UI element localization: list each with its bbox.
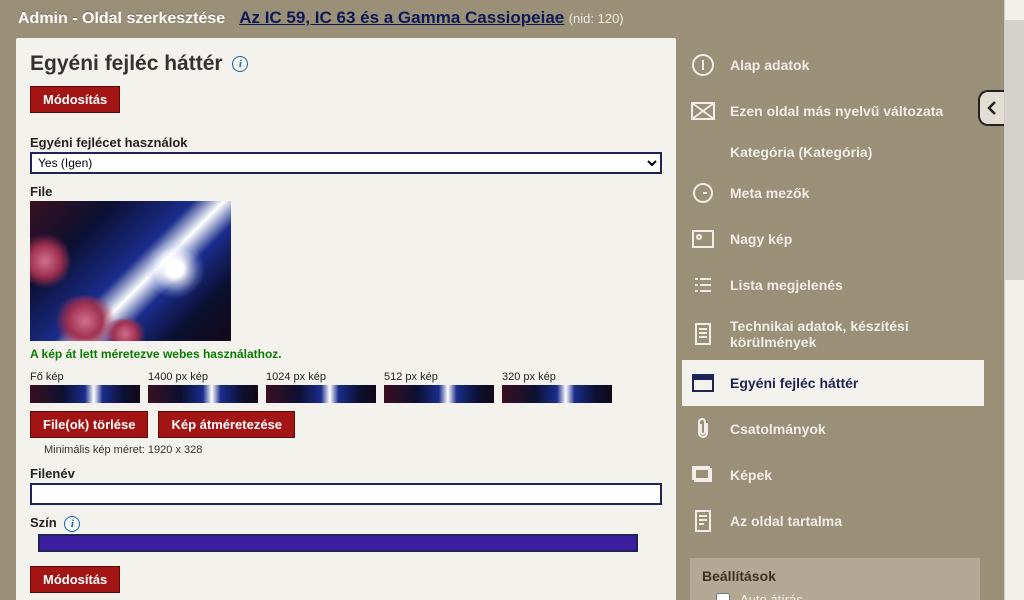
window-scrollbar[interactable] <box>1004 0 1024 600</box>
thumb-col: 512 px kép <box>384 371 494 403</box>
thumb-image[interactable] <box>502 385 612 403</box>
resized-note: A kép át lett méretezve webes használath… <box>30 347 662 361</box>
nid-label: (nid: 120) <box>569 11 624 26</box>
header-bg-icon <box>690 370 716 396</box>
breadcrumb-bar: Admin - Oldal szerkesztése Az IC 59, IC … <box>0 0 1000 38</box>
nav-tech-data[interactable]: Technikai adatok, készítési körülmények <box>682 308 984 360</box>
thumb-col: 1024 px kép <box>266 371 376 403</box>
photos-icon <box>690 462 716 488</box>
collapse-sidebar-tab[interactable] <box>978 90 1004 126</box>
color-label: Szín i <box>30 515 662 532</box>
thumb-col: 1400 px kép <box>148 371 258 403</box>
nav-attachments[interactable]: Csatolmányok <box>682 406 984 452</box>
thumb-image[interactable] <box>30 385 140 403</box>
submit-button-top[interactable]: Módosítás <box>30 86 120 113</box>
image-icon <box>690 226 716 252</box>
document-icon <box>690 321 716 347</box>
filename-input[interactable] <box>30 483 662 505</box>
admin-title: Admin - Oldal szerkesztése <box>18 10 225 28</box>
thumb-image[interactable] <box>148 385 258 403</box>
filename-label: Filenév <box>30 466 662 481</box>
main-panel: Egyéni fejléc háttér i Módosítás Egyéni … <box>16 38 676 600</box>
use-custom-header-label: Egyéni fejlécet használok <box>30 135 662 150</box>
letter-g-icon <box>690 180 716 206</box>
submit-button-bottom[interactable]: Módosítás <box>30 566 120 593</box>
file-label: File <box>30 184 662 199</box>
thumb-col: 320 px kép <box>502 371 612 403</box>
color-swatch[interactable] <box>38 534 638 552</box>
page-icon <box>690 508 716 534</box>
thumb-col: Fő kép <box>30 371 140 403</box>
resize-image-button[interactable]: Kép átméretezése <box>158 411 295 438</box>
nav-big-image[interactable]: Nagy kép <box>682 216 984 262</box>
file-preview-image <box>30 201 231 341</box>
auto-rewrite-checkbox[interactable]: Auto átírás <box>716 592 968 600</box>
nav-images[interactable]: Képek <box>682 452 984 498</box>
thumb-image[interactable] <box>384 385 494 403</box>
chevron-left-icon <box>985 99 999 117</box>
thumb-image[interactable] <box>266 385 376 403</box>
nav-basic-data[interactable]: Alap adatok <box>682 42 984 88</box>
nav-page-content[interactable]: Az oldal tartalma <box>682 498 984 544</box>
flag-icon <box>690 98 716 124</box>
nav-list-view[interactable]: Lista megjelenés <box>682 262 984 308</box>
use-custom-header-select[interactable]: Yes (Igen) <box>30 152 662 174</box>
settings-box: Beállítások Auto átírás <box>690 558 980 600</box>
page-link[interactable]: Az IC 59, IC 63 és a Gamma Cassiopeiae <box>239 8 564 27</box>
settings-title: Beállítások <box>702 568 968 584</box>
nav-custom-header[interactable]: Egyéni fejléc háttér <box>682 360 984 406</box>
nav-meta[interactable]: Meta mezők <box>682 170 984 216</box>
step-one-icon <box>690 52 716 78</box>
nav-category[interactable]: Kategória (Kategória) <box>682 134 984 170</box>
min-size-note: Minimális kép méret: 1920 x 328 <box>44 444 662 456</box>
paperclip-icon <box>690 416 716 442</box>
nav-other-lang[interactable]: Ezen oldal más nyelvű változata <box>682 88 984 134</box>
side-nav: Alap adatok Ezen oldal más nyelvű változ… <box>682 38 984 600</box>
info-icon[interactable]: i <box>64 516 80 532</box>
info-icon[interactable]: i <box>232 56 248 72</box>
list-icon <box>690 272 716 298</box>
section-title: Egyéni fejléc háttér i <box>30 52 662 76</box>
delete-files-button[interactable]: File(ok) törlése <box>30 411 148 438</box>
